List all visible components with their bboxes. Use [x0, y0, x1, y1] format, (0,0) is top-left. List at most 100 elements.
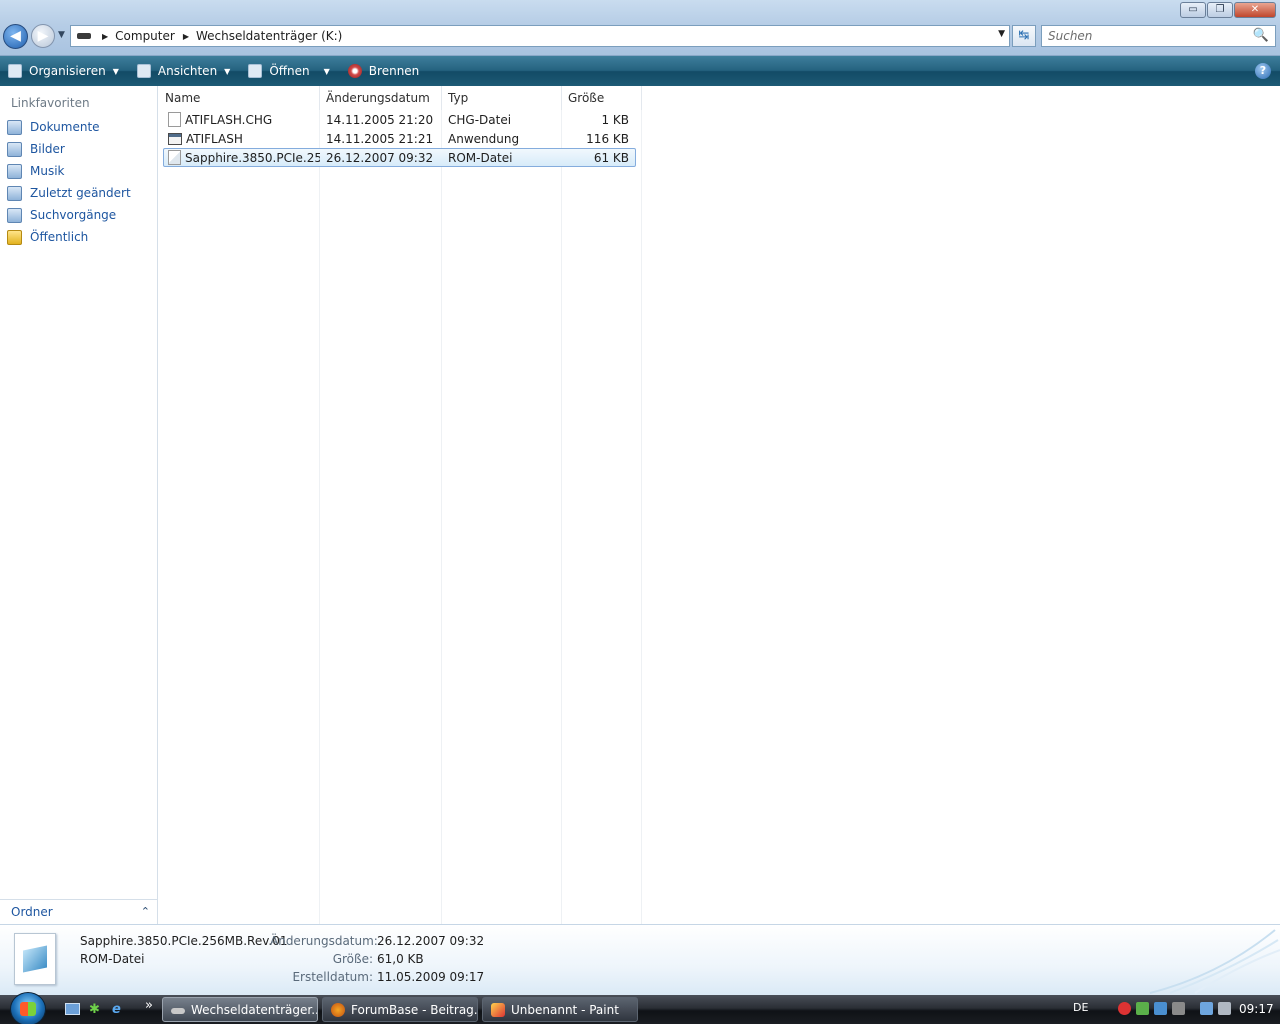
views-icon	[136, 64, 151, 78]
firefox-icon	[331, 1003, 345, 1017]
breadcrumb-separator-icon[interactable]: ▶	[102, 32, 108, 41]
forward-button[interactable]: ▶	[31, 24, 55, 48]
open-icon	[248, 64, 263, 78]
organize-button[interactable]: Organisieren ▼	[8, 64, 119, 78]
windows-logo-icon	[20, 1002, 36, 1016]
task-paint[interactable]: Unbenannt - Paint	[482, 997, 638, 1022]
breadcrumb-computer[interactable]: Computer	[115, 29, 175, 43]
sidebar-item-pictures[interactable]: Bilder	[0, 138, 157, 160]
public-folder-icon	[7, 229, 22, 245]
navigation-pane: Linkfavoriten Dokumente Bilder Musik Zul…	[0, 86, 158, 924]
breadcrumb-drive[interactable]: Wechseldatenträger (K:)	[196, 29, 342, 43]
property-value[interactable]: 11.05.2009 09:17	[377, 970, 484, 988]
file-date: 26.12.2007 09:32	[326, 150, 434, 165]
network-icon[interactable]	[1200, 1002, 1213, 1015]
open-label: Öffnen	[269, 64, 310, 78]
security-warning-icon[interactable]	[1118, 1002, 1131, 1015]
sidebar-item-music[interactable]: Musik	[0, 160, 157, 182]
start-button[interactable]	[10, 992, 46, 1024]
sidebar-item-recent[interactable]: Zuletzt geändert	[0, 182, 157, 204]
file-row[interactable]: ATIFLASH 14.11.2005 21:21 Anwendung 116 …	[163, 129, 636, 148]
file-type: ROM-Datei	[448, 150, 513, 165]
file-date: 14.11.2005 21:20	[326, 112, 434, 127]
file-row[interactable]: ATIFLASH.CHG 14.11.2005 21:20 CHG-Datei …	[163, 110, 636, 129]
favorite-links-heading: Linkfavoriten	[11, 96, 90, 110]
details-pane: Sapphire.3850.PCIe.256MB.Rev.01 ROM-Date…	[0, 924, 1280, 995]
sidebar-item-documents[interactable]: Dokumente	[0, 116, 157, 138]
search-input[interactable]: Suchen 🔍	[1041, 25, 1276, 47]
property-label: Änderungsdatum:	[270, 934, 378, 948]
tray-utility-icon[interactable]	[1172, 1002, 1185, 1015]
search-icon[interactable]: 🔍	[1253, 28, 1269, 43]
app-shortcut-icon[interactable]: ✱	[89, 1002, 100, 1017]
clock[interactable]: 09:17	[1239, 1002, 1274, 1016]
column-header-type[interactable]: Typ	[442, 86, 562, 110]
file-rows: ATIFLASH.CHG 14.11.2005 21:20 CHG-Datei …	[163, 110, 636, 167]
volume-icon[interactable]	[1218, 1002, 1231, 1015]
file-name-cell: ATIFLASH.CHG	[164, 112, 320, 127]
burn-label: Brennen	[368, 64, 420, 78]
column-divider	[441, 110, 442, 924]
command-toolbar: Organisieren ▼ Ansichten ▼ Öffnen ▼ Bren…	[0, 56, 1280, 86]
file-type: Anwendung	[448, 131, 520, 146]
history-dropdown-icon[interactable]: ▼	[58, 30, 65, 40]
breadcrumb-separator-icon[interactable]: ▶	[183, 32, 189, 41]
tray-app-icon[interactable]	[1154, 1002, 1167, 1015]
sidebar-item-label: Öffentlich	[30, 230, 89, 244]
close-button[interactable]: ✕	[1234, 2, 1276, 18]
minimize-button[interactable]: ▭	[1180, 2, 1206, 18]
chevron-down-icon: ▼	[323, 66, 330, 76]
decorative-swoosh	[1149, 929, 1280, 994]
folders-toggle[interactable]: Ordner ⌃	[0, 899, 158, 924]
file-name: ATIFLASH	[186, 131, 243, 146]
sidebar-item-label: Bilder	[30, 142, 65, 156]
column-header-size[interactable]: Größe	[562, 86, 642, 110]
column-header-name[interactable]: Name	[159, 86, 320, 110]
folders-label: Ordner	[11, 905, 53, 919]
help-button[interactable]: ?	[1255, 63, 1271, 79]
music-icon	[7, 163, 22, 179]
details-property: Änderungsdatum: 26.12.2007 09:32	[270, 934, 484, 952]
back-button[interactable]: ◀	[3, 24, 28, 49]
checkmark-tray-icon[interactable]	[1136, 1002, 1149, 1015]
refresh-button[interactable]: ↹	[1012, 25, 1036, 47]
paint-icon	[491, 1003, 505, 1017]
pictures-icon	[7, 141, 22, 157]
language-indicator[interactable]: DE	[1073, 1001, 1088, 1014]
property-label: Größe:	[332, 952, 373, 966]
sidebar-item-label: Musik	[30, 164, 65, 178]
window-controls: ▭ ❐ ✕	[1180, 2, 1276, 18]
file-icon	[168, 112, 181, 127]
task-firefox[interactable]: ForumBase - Beitrag...	[322, 997, 478, 1022]
details-properties: Änderungsdatum: 26.12.2007 09:32 Größe: …	[270, 934, 484, 988]
task-explorer[interactable]: Wechseldatenträger...	[162, 997, 318, 1022]
views-button[interactable]: Ansichten ▼	[136, 64, 230, 78]
maximize-button[interactable]: ❐	[1207, 2, 1233, 18]
burn-button[interactable]: Brennen	[347, 64, 420, 78]
property-value[interactable]: 26.12.2007 09:32	[377, 934, 484, 952]
chevron-up-icon[interactable]: ⌃	[141, 905, 150, 918]
details-file-type: ROM-Datei	[80, 952, 145, 966]
views-label: Ansichten	[157, 64, 218, 78]
show-desktop-icon[interactable]	[65, 1003, 80, 1015]
file-type: CHG-Datei	[448, 112, 512, 127]
file-row-selected[interactable]: Sapphire.3850.PCIe.256... 26.12.2007 09:…	[163, 148, 636, 167]
column-headers: Name Änderungsdatum Typ Größe	[159, 86, 642, 110]
sidebar-item-searches[interactable]: Suchvorgänge	[0, 204, 157, 226]
address-bar[interactable]: ▶ Computer ▶ Wechseldatenträger (K:) ▼	[70, 25, 1010, 47]
quicklaunch-more-icon[interactable]: »	[145, 998, 153, 1013]
organize-icon	[8, 64, 22, 78]
application-icon	[168, 132, 182, 145]
chevron-down-icon: ▼	[112, 66, 119, 76]
sidebar-item-public[interactable]: Öffentlich	[0, 226, 157, 248]
burn-disc-icon	[347, 64, 362, 78]
details-file-name: Sapphire.3850.PCIe.256MB.Rev.01	[80, 934, 288, 948]
drive-icon	[171, 1008, 185, 1014]
open-button[interactable]: Öffnen ▼	[248, 64, 330, 78]
file-name: ATIFLASH.CHG	[185, 112, 273, 127]
internet-explorer-icon[interactable]: e	[112, 1002, 121, 1017]
file-name-cell: ATIFLASH	[164, 132, 320, 146]
address-dropdown-icon[interactable]: ▼	[998, 29, 1005, 39]
column-header-date[interactable]: Änderungsdatum	[320, 86, 442, 110]
sidebar-item-label: Suchvorgänge	[30, 208, 117, 222]
